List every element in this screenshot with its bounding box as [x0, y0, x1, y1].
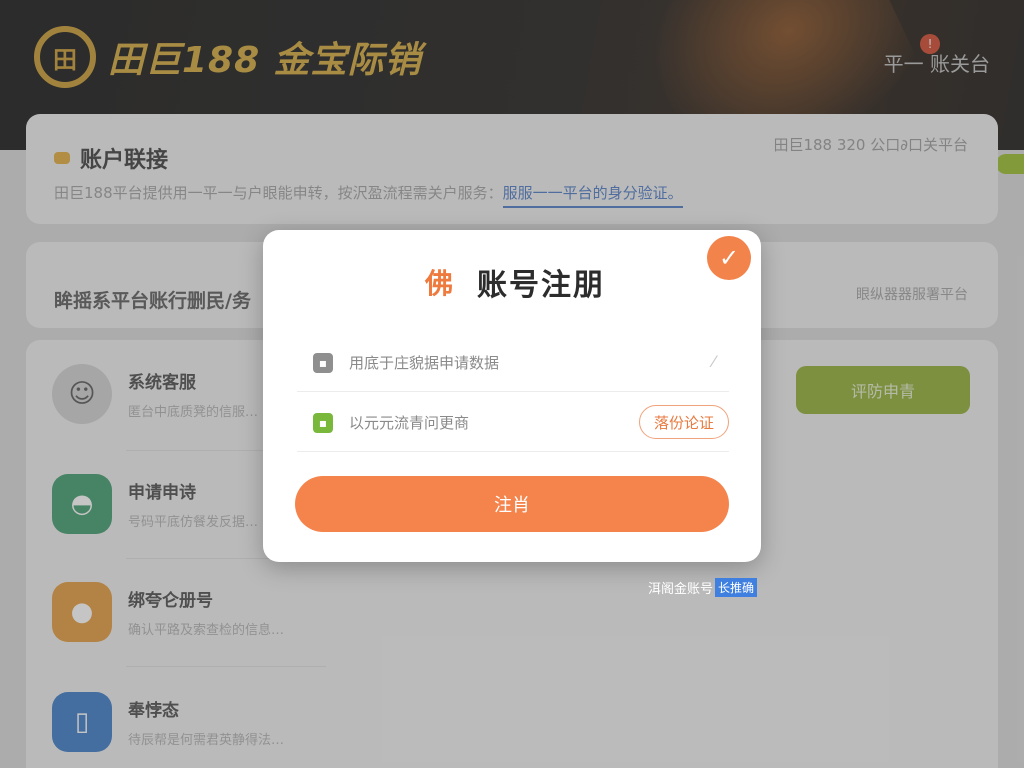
- unlock-icon: ▪: [313, 412, 333, 433]
- verify-field[interactable]: ▪ 落份论证: [297, 394, 729, 452]
- account-input[interactable]: [349, 353, 619, 372]
- lock-icon: ▪: [313, 352, 333, 373]
- below-text: 洱阁金账号: [648, 582, 714, 597]
- verify-input[interactable]: [349, 413, 619, 432]
- account-field[interactable]: ▪ ⁄: [297, 334, 729, 392]
- edit-icon[interactable]: ⁄: [712, 352, 715, 371]
- below-modal-link[interactable]: 洱阁金账号 长推确: [648, 578, 758, 597]
- modal-title: 账号注朋: [477, 268, 605, 303]
- modal-logo-icon: 佛: [424, 267, 453, 300]
- account-modal: ✓ 佛 账号注朋 ▪ ⁄ ▪ 落份论证 注肖: [263, 230, 761, 562]
- modal-header: 佛 账号注朋: [413, 260, 605, 304]
- submit-button[interactable]: 注肖: [295, 476, 729, 532]
- verify-button[interactable]: 落份论证: [638, 405, 729, 439]
- check-icon[interactable]: ✓: [707, 236, 751, 280]
- below-tag[interactable]: 长推确: [715, 578, 758, 597]
